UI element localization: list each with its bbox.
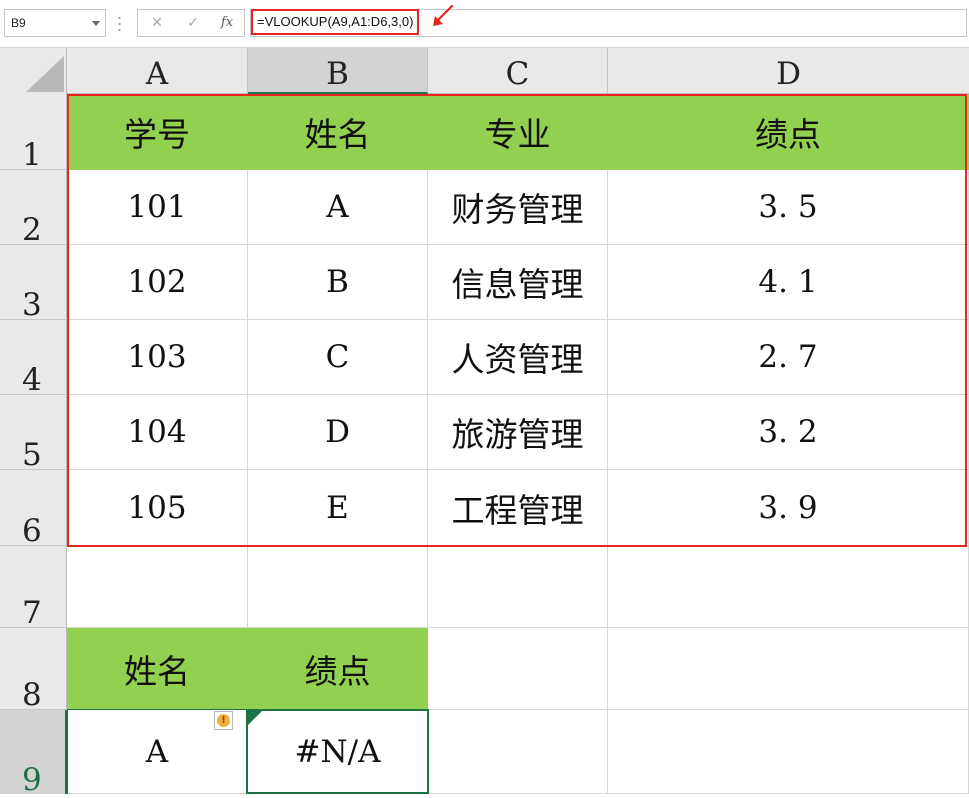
formula-bar-grip[interactable]	[118, 15, 121, 33]
cell-d1[interactable]: 绩点	[608, 94, 969, 170]
column-header-c[interactable]: C	[428, 48, 608, 94]
row-number: 5	[22, 437, 42, 473]
cell-b2[interactable]: A	[248, 170, 428, 245]
chevron-down-icon[interactable]	[92, 21, 100, 26]
cell-a8[interactable]: 姓名	[67, 628, 248, 710]
cell-c4[interactable]: 人资管理	[428, 320, 608, 395]
cell-b3[interactable]: B	[248, 245, 428, 320]
row-header-4[interactable]: 4	[0, 320, 67, 398]
cell-c8[interactable]	[428, 628, 608, 710]
cancel-icon[interactable]: ✕	[146, 10, 168, 36]
cell-a6[interactable]: 105	[67, 470, 248, 546]
name-box[interactable]: B9	[4, 9, 106, 37]
row-number: 6	[22, 513, 42, 549]
cell-b5[interactable]: D	[248, 395, 428, 470]
row-number: 7	[22, 595, 42, 631]
row-header-1[interactable]: 1	[0, 94, 67, 173]
cell-d2[interactable]: 3. 5	[608, 170, 969, 245]
row-header-2[interactable]: 2	[0, 170, 67, 248]
cell-d4[interactable]: 2. 7	[608, 320, 969, 395]
warning-icon[interactable]: !	[214, 711, 233, 730]
cell-c6[interactable]: 工程管理	[428, 470, 608, 546]
name-box-value: B9	[11, 16, 26, 30]
select-all-triangle-icon[interactable]	[26, 56, 64, 92]
row-header-7[interactable]: 7	[0, 546, 67, 631]
row-number: 1	[22, 137, 42, 173]
cell-a7[interactable]	[67, 546, 248, 628]
row-header-3[interactable]: 3	[0, 245, 67, 323]
cell-a5[interactable]: 104	[67, 395, 248, 470]
cell-d5[interactable]: 3. 2	[608, 395, 969, 470]
cell-b1[interactable]: 姓名	[248, 94, 428, 170]
row-number: 9	[22, 762, 42, 798]
cell-c1[interactable]: 专业	[428, 94, 608, 170]
insert-function-icon[interactable]: fx	[216, 10, 238, 36]
formula-buttons: ✕ ✓ fx	[137, 9, 245, 37]
cell-c7[interactable]	[428, 546, 608, 628]
cell-d9[interactable]	[608, 710, 969, 794]
column-header-a[interactable]: A	[67, 48, 248, 94]
cell-b4[interactable]: C	[248, 320, 428, 395]
exclamation-icon: !	[217, 714, 230, 727]
row-header-9[interactable]: 9	[0, 710, 67, 798]
cell-c5[interactable]: 旅游管理	[428, 395, 608, 470]
cell-a4[interactable]: 103	[67, 320, 248, 395]
cell-b7[interactable]	[248, 546, 428, 628]
cell-a1[interactable]: 学号	[67, 94, 248, 170]
cell-d6[interactable]: 3. 9	[608, 470, 969, 546]
cell-d7[interactable]	[608, 546, 969, 628]
column-header-d[interactable]: D	[608, 48, 969, 94]
row-number: 4	[22, 362, 42, 398]
row-number: 8	[22, 677, 42, 713]
row-number: 2	[22, 212, 42, 248]
row-number: 3	[22, 287, 42, 323]
cell-d8[interactable]	[608, 628, 969, 710]
cell-b8[interactable]: 绩点	[248, 628, 428, 710]
row-header-6[interactable]: 6	[0, 470, 67, 549]
row-header-8[interactable]: 8	[0, 628, 67, 713]
cell-c2[interactable]: 财务管理	[428, 170, 608, 245]
cell-b6[interactable]: E	[248, 470, 428, 546]
cell-c9[interactable]	[428, 710, 608, 794]
red-arrow-icon	[433, 4, 454, 26]
cell-c3[interactable]: 信息管理	[428, 245, 608, 320]
cell-a3[interactable]: 102	[67, 245, 248, 320]
error-indicator-icon[interactable]	[248, 711, 262, 725]
cell-d3[interactable]: 4. 1	[608, 245, 969, 320]
cell-a2[interactable]: 101	[67, 170, 248, 245]
formula-text[interactable]: =VLOOKUP(A9,A1:D6,3,0)	[251, 9, 420, 35]
enter-icon[interactable]: ✓	[182, 10, 204, 36]
cell-b9[interactable]: #N/A	[248, 710, 428, 794]
column-header-b[interactable]: B	[248, 48, 428, 94]
row-header-5[interactable]: 5	[0, 395, 67, 473]
